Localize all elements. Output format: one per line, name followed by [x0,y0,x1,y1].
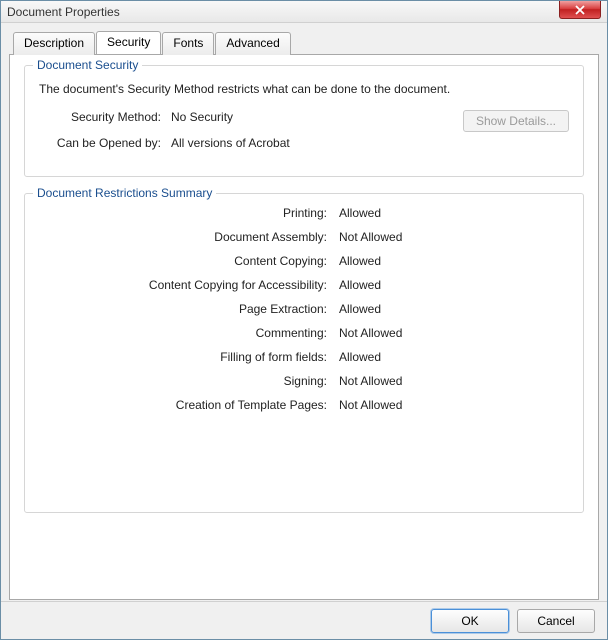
document-security-title: Document Security [33,58,142,72]
restriction-label: Content Copying: [39,254,339,268]
restriction-label: Signing: [39,374,339,388]
content-area: Description Security Fonts Advanced Docu… [1,23,607,601]
restriction-row: Content Copying: Allowed [39,254,569,268]
restriction-value: Allowed [339,350,381,364]
restriction-row: Creation of Template Pages: Not Allowed [39,398,569,412]
security-description: The document's Security Method restricts… [39,82,569,96]
close-icon [574,5,586,15]
opened-by-label: Can be Opened by: [39,136,171,150]
restriction-row: Commenting: Not Allowed [39,326,569,340]
restriction-label: Commenting: [39,326,339,340]
restriction-value: Not Allowed [339,230,402,244]
tab-description[interactable]: Description [13,32,95,55]
opened-by-row: Can be Opened by: All versions of Acroba… [39,136,569,150]
restriction-label: Content Copying for Accessibility: [39,278,339,292]
restriction-row: Document Assembly: Not Allowed [39,230,569,244]
tab-fonts[interactable]: Fonts [162,32,214,55]
restriction-row: Page Extraction: Allowed [39,302,569,316]
tab-panel-security: Document Security The document's Securit… [9,54,599,600]
dialog-window: Document Properties Description Security… [0,0,608,640]
close-button[interactable] [559,1,601,19]
restriction-value: Allowed [339,302,381,316]
restriction-value: Allowed [339,206,381,220]
tab-security[interactable]: Security [96,31,161,54]
opened-by-value: All versions of Acrobat [171,136,569,150]
restriction-value: Allowed [339,254,381,268]
tab-row: Description Security Fonts Advanced [13,31,599,54]
show-details-button: Show Details... [463,110,569,132]
restriction-row: Content Copying for Accessibility: Allow… [39,278,569,292]
cancel-button[interactable]: Cancel [517,609,595,633]
restriction-row: Signing: Not Allowed [39,374,569,388]
dialog-footer: OK Cancel [1,601,607,639]
restriction-value: Allowed [339,278,381,292]
restriction-label: Document Assembly: [39,230,339,244]
security-method-label: Security Method: [39,110,171,124]
restrictions-group: Document Restrictions Summary Printing: … [24,193,584,513]
ok-button[interactable]: OK [431,609,509,633]
restriction-value: Not Allowed [339,374,402,388]
titlebar: Document Properties [1,1,607,23]
restriction-row: Printing: Allowed [39,206,569,220]
restriction-label: Creation of Template Pages: [39,398,339,412]
restrictions-title: Document Restrictions Summary [33,186,216,200]
restriction-value: Not Allowed [339,326,402,340]
tab-advanced[interactable]: Advanced [215,32,290,55]
restriction-label: Filling of form fields: [39,350,339,364]
restriction-row: Filling of form fields: Allowed [39,350,569,364]
document-security-group: Document Security The document's Securit… [24,65,584,177]
restriction-value: Not Allowed [339,398,402,412]
restriction-label: Printing: [39,206,339,220]
restriction-label: Page Extraction: [39,302,339,316]
window-title: Document Properties [7,5,120,19]
